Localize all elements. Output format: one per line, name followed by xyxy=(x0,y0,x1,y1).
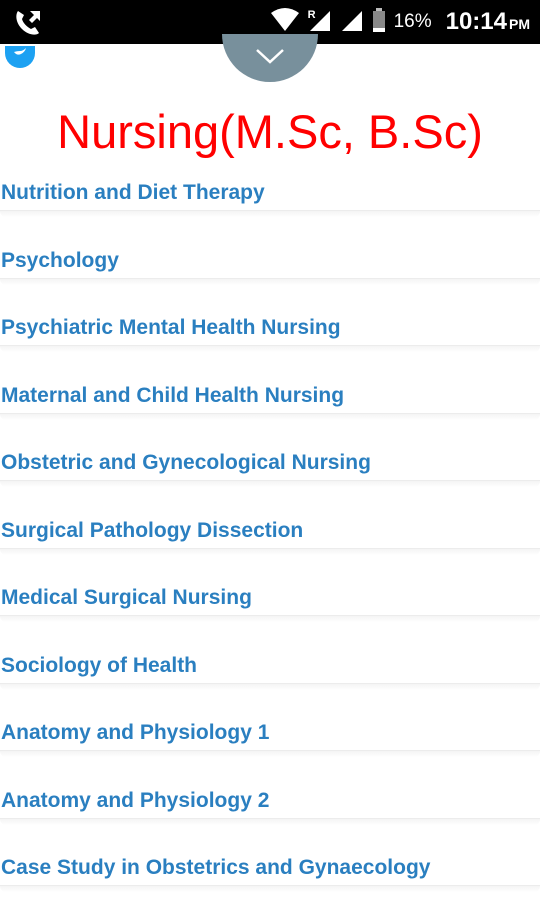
roaming-signal-icon: R xyxy=(308,7,332,38)
page-title: Nursing(M.Sc, B.Sc) xyxy=(57,105,483,158)
divider xyxy=(0,885,540,892)
clock-ampm: PM xyxy=(509,16,530,32)
divider xyxy=(0,750,540,757)
list-item-label[interactable]: Obstetric and Gynecological Nursing xyxy=(1,450,371,476)
call-forward-icon xyxy=(12,7,44,42)
topic-list: Nutrition and Diet Therapy Psychology Ps… xyxy=(0,172,540,915)
divider xyxy=(0,615,540,622)
list-item[interactable]: Medical Surgical Nursing xyxy=(0,577,540,645)
battery-icon xyxy=(372,7,386,38)
list-item-label[interactable]: Sociology of Health xyxy=(1,653,197,679)
list-item-label[interactable]: Psychiatric Mental Health Nursing xyxy=(1,315,341,341)
divider xyxy=(0,345,540,352)
list-item[interactable]: Anatomy and Physiology 2 xyxy=(0,780,540,848)
list-item-label[interactable]: Anatomy and Physiology 2 xyxy=(1,788,269,814)
list-item[interactable]: Nutrition and Diet Therapy xyxy=(0,172,540,240)
list-item[interactable]: Anatomy and Physiology 1 xyxy=(0,712,540,780)
divider xyxy=(0,480,540,487)
list-item-label[interactable]: Surgical Pathology Dissection xyxy=(1,518,303,544)
divider xyxy=(0,210,540,217)
chevron-down-icon xyxy=(256,49,284,64)
list-item-label[interactable]: Anatomy and Physiology 1 xyxy=(1,720,269,746)
list-item-label[interactable]: Psychology xyxy=(1,248,119,274)
list-item[interactable]: Sociology of Health xyxy=(0,645,540,713)
roaming-label: R xyxy=(307,8,316,21)
wifi-icon xyxy=(270,7,300,38)
list-item-label[interactable]: Nutrition and Diet Therapy xyxy=(1,180,265,206)
clock-time: 10:14 xyxy=(445,8,507,35)
list-item[interactable]: Obstetric and Gynecological Nursing xyxy=(0,442,540,510)
list-item[interactable]: Case Study in Obstetrics and Gynaecology xyxy=(0,847,540,915)
battery-percent: 16% xyxy=(393,11,432,32)
divider xyxy=(0,412,540,420)
divider xyxy=(0,817,540,825)
list-item[interactable]: Surgical Pathology Dissection xyxy=(0,510,540,578)
list-item[interactable]: Maternal and Child Health Nursing xyxy=(0,375,540,443)
divider xyxy=(0,682,540,690)
divider xyxy=(0,547,540,555)
list-item[interactable]: Psychology xyxy=(0,240,540,308)
twitter-icon[interactable] xyxy=(5,46,35,68)
list-item-label[interactable]: Case Study in Obstetrics and Gynaecology xyxy=(1,855,430,881)
list-item-label[interactable]: Medical Surgical Nursing xyxy=(1,585,252,611)
clock: 10:14 PM xyxy=(446,8,530,36)
divider xyxy=(0,277,540,285)
list-item-label[interactable]: Maternal and Child Health Nursing xyxy=(1,383,344,409)
signal-icon xyxy=(340,7,364,38)
expand-handle-button[interactable] xyxy=(222,34,318,82)
list-item[interactable]: Psychiatric Mental Health Nursing xyxy=(0,307,540,375)
